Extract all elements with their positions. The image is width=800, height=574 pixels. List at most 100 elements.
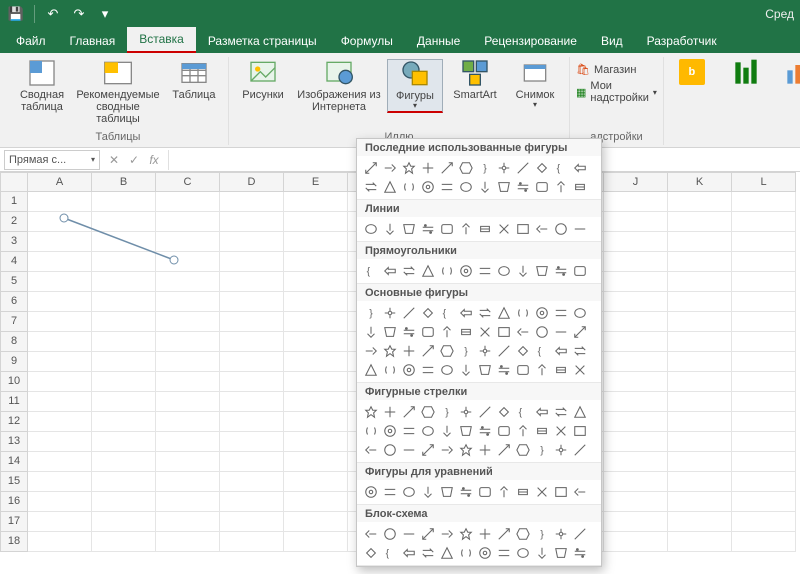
tab-file[interactable]: Файл — [4, 29, 58, 53]
cell[interactable] — [284, 312, 348, 332]
shape-option[interactable] — [401, 324, 417, 340]
shape-option[interactable] — [420, 324, 436, 340]
cell[interactable] — [604, 372, 668, 392]
shape-option[interactable] — [534, 362, 550, 378]
tab-review[interactable]: Рецензирование — [472, 29, 589, 53]
table-button[interactable]: Таблица — [166, 59, 222, 101]
shape-option[interactable]: } — [363, 305, 379, 321]
shape-option[interactable] — [534, 423, 550, 439]
shape-option[interactable] — [553, 484, 569, 500]
row-header[interactable]: 2 — [0, 212, 28, 232]
shape-option[interactable] — [401, 343, 417, 359]
shape-option[interactable] — [515, 442, 531, 458]
cell[interactable] — [284, 472, 348, 492]
cell[interactable] — [284, 532, 348, 552]
column-header[interactable]: B — [92, 172, 156, 192]
shape-option[interactable] — [477, 442, 493, 458]
shape-option[interactable] — [496, 343, 512, 359]
cell[interactable] — [220, 252, 284, 272]
shape-option[interactable] — [477, 526, 493, 542]
shape-option[interactable] — [477, 179, 493, 195]
shape-option[interactable] — [439, 545, 455, 561]
cell[interactable] — [668, 232, 732, 252]
row-header[interactable]: 6 — [0, 292, 28, 312]
cell[interactable] — [284, 452, 348, 472]
cell[interactable] — [28, 532, 92, 552]
cell[interactable] — [284, 372, 348, 392]
cell[interactable] — [156, 492, 220, 512]
qat-dropdown-icon[interactable]: ▾ — [95, 4, 115, 24]
cell[interactable] — [156, 272, 220, 292]
socialgraph-button[interactable] — [718, 59, 774, 89]
column-header[interactable]: L — [732, 172, 796, 192]
shape-option[interactable] — [382, 324, 398, 340]
cell[interactable] — [668, 352, 732, 372]
shape-option[interactable] — [477, 404, 493, 420]
cell[interactable] — [220, 512, 284, 532]
shape-option[interactable] — [401, 526, 417, 542]
shape-option[interactable] — [496, 526, 512, 542]
shape-option[interactable] — [401, 305, 417, 321]
shape-option[interactable] — [572, 305, 588, 321]
shape-option[interactable] — [363, 343, 379, 359]
cell[interactable] — [732, 412, 796, 432]
row-header[interactable]: 13 — [0, 432, 28, 452]
fx-icon[interactable]: fx — [144, 153, 164, 167]
cell[interactable] — [668, 252, 732, 272]
shape-option[interactable] — [458, 179, 474, 195]
shape-option[interactable] — [496, 179, 512, 195]
shape-option[interactable] — [458, 324, 474, 340]
row-header[interactable]: 4 — [0, 252, 28, 272]
smartart-button[interactable]: SmartArt — [447, 59, 503, 101]
cell[interactable] — [668, 512, 732, 532]
shape-option[interactable] — [420, 423, 436, 439]
shape-option[interactable] — [439, 362, 455, 378]
cell[interactable] — [668, 392, 732, 412]
cell[interactable] — [668, 492, 732, 512]
shape-option[interactable] — [477, 343, 493, 359]
cell[interactable] — [284, 212, 348, 232]
shape-option[interactable] — [401, 362, 417, 378]
shape-option[interactable] — [420, 362, 436, 378]
cell[interactable] — [604, 412, 668, 432]
shape-option[interactable] — [553, 343, 569, 359]
shape-option[interactable] — [382, 423, 398, 439]
shape-option[interactable] — [458, 305, 474, 321]
shape-option[interactable] — [477, 423, 493, 439]
shape-option[interactable] — [515, 221, 531, 237]
cell[interactable] — [28, 192, 92, 212]
cell[interactable] — [220, 212, 284, 232]
cell[interactable] — [668, 192, 732, 212]
cell[interactable] — [28, 452, 92, 472]
shape-option[interactable] — [496, 221, 512, 237]
cell[interactable] — [732, 452, 796, 472]
cell[interactable] — [668, 472, 732, 492]
cell[interactable] — [284, 192, 348, 212]
cell[interactable] — [668, 412, 732, 432]
cell[interactable] — [220, 192, 284, 212]
shape-option[interactable] — [572, 423, 588, 439]
name-box[interactable]: Прямая с... ▾ — [4, 150, 100, 170]
cell[interactable] — [284, 512, 348, 532]
tab-formulas[interactable]: Формулы — [329, 29, 405, 53]
column-header[interactable]: J — [604, 172, 668, 192]
shape-option[interactable]: } — [534, 526, 550, 542]
shape-option[interactable] — [515, 324, 531, 340]
shape-option[interactable] — [496, 362, 512, 378]
cell[interactable] — [220, 412, 284, 432]
shape-option[interactable] — [553, 305, 569, 321]
shape-option[interactable] — [382, 305, 398, 321]
cell[interactable] — [668, 452, 732, 472]
shape-option[interactable] — [534, 324, 550, 340]
cell[interactable] — [604, 512, 668, 532]
shape-option[interactable] — [458, 263, 474, 279]
cell[interactable] — [156, 332, 220, 352]
shape-option[interactable]: { — [515, 404, 531, 420]
shape-option[interactable]: { — [363, 263, 379, 279]
shape-option[interactable] — [439, 221, 455, 237]
shape-option[interactable] — [382, 160, 398, 176]
shape-option[interactable]: { — [553, 160, 569, 176]
cell[interactable] — [604, 532, 668, 552]
shape-option[interactable] — [515, 160, 531, 176]
cell[interactable] — [284, 392, 348, 412]
